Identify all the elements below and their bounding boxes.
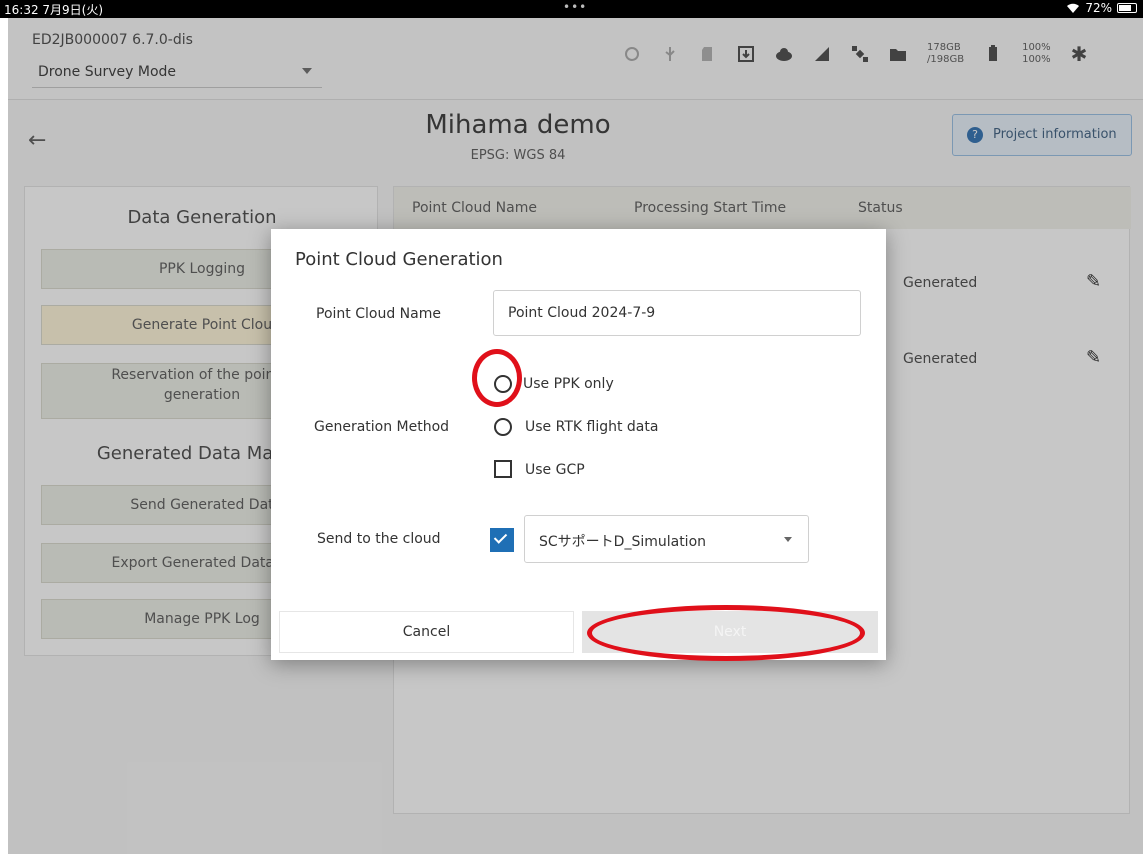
annotation-ellipse: [587, 605, 865, 661]
use-rtk-flight-data-radio[interactable]: [494, 418, 512, 436]
point-cloud-name-input[interactable]: [493, 290, 861, 336]
status-bar: 16:32 7月9日(火) ••• 72%: [0, 0, 1143, 18]
use-ppk-only-label: Use PPK only: [523, 376, 614, 392]
generation-method-label: Generation Method: [314, 419, 450, 435]
status-time: 16:32 7月9日(火): [4, 3, 104, 17]
cloud-destination-select[interactable]: SCサポートD_Simulation: [524, 515, 809, 563]
battery-icon: [1117, 3, 1137, 13]
wifi-icon: [1067, 3, 1080, 13]
cancel-button[interactable]: Cancel: [279, 611, 574, 653]
send-to-cloud-checkbox[interactable]: [490, 528, 514, 552]
battery-percent: 72%: [1085, 1, 1112, 15]
annotation-circle: [472, 349, 522, 407]
use-gcp-label: Use GCP: [525, 462, 585, 478]
point-cloud-generation-dialog: Point Cloud Generation Point Cloud Name …: [271, 229, 886, 660]
use-gcp-checkbox[interactable]: [494, 460, 512, 478]
status-right: 72%: [1066, 1, 1137, 15]
cloud-destination-value: SCサポートD_Simulation: [539, 534, 707, 550]
chevron-down-icon: [784, 537, 792, 542]
use-rtk-flight-data-label: Use RTK flight data: [525, 419, 659, 435]
send-to-cloud-label: Send to the cloud: [317, 531, 441, 547]
dialog-title: Point Cloud Generation: [295, 249, 503, 270]
multitask-dots[interactable]: •••: [563, 0, 587, 14]
point-cloud-name-label: Point Cloud Name: [316, 306, 441, 322]
